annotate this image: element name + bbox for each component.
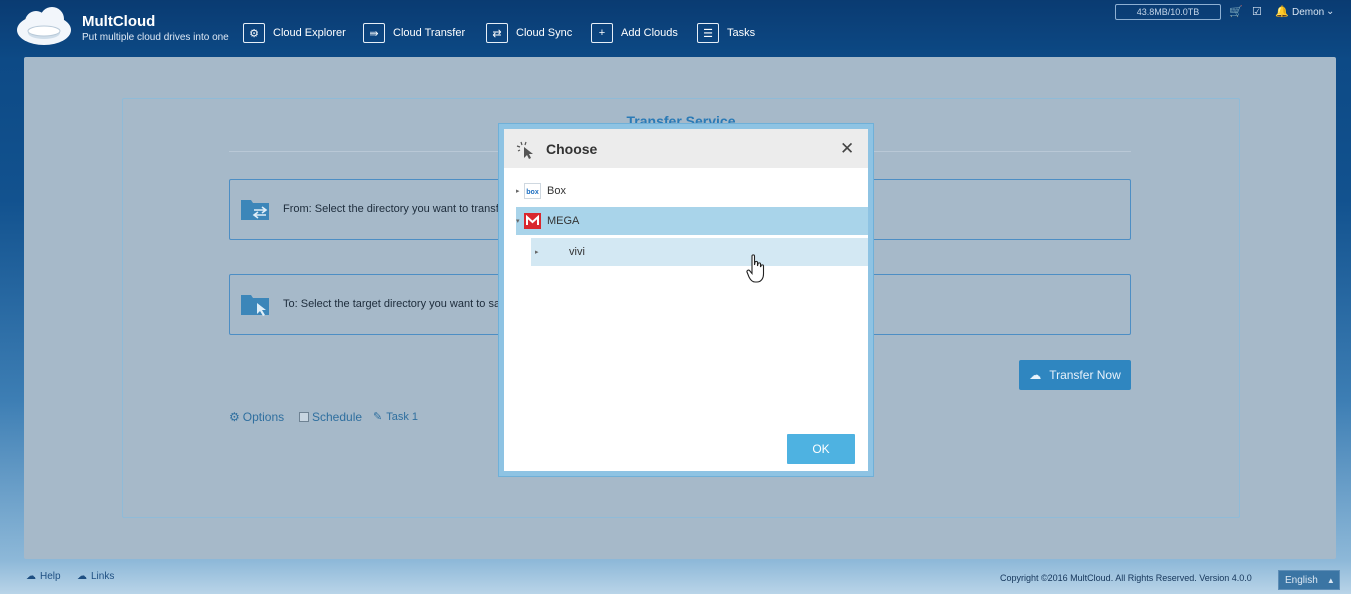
schedule-label: Schedule xyxy=(312,410,363,424)
link-icon: ☁ xyxy=(77,571,87,582)
transfer-now-button[interactable]: ☁ Transfer Now xyxy=(1019,360,1131,390)
user-menu[interactable]: Demon xyxy=(1292,7,1324,18)
links-link[interactable]: ☁ Links xyxy=(77,571,114,582)
dialog-title: Choose xyxy=(546,141,598,157)
chevron-down-icon[interactable]: ⌄ xyxy=(1326,6,1334,17)
multcloud-logo[interactable] xyxy=(14,6,78,46)
ok-button[interactable]: OK xyxy=(787,434,855,464)
logo-subtitle: Put multiple cloud drives into one xyxy=(82,32,229,43)
help-icon: ☁ xyxy=(26,571,36,582)
plus-icon: + xyxy=(591,23,613,43)
collapse-arrow-icon[interactable]: ▾ xyxy=(516,217,524,225)
to-directory-text: To: Select the target directory you want… xyxy=(283,298,506,310)
ok-label: OK xyxy=(812,442,830,456)
options-label: Options xyxy=(242,410,285,424)
nav-cloud-transfer[interactable]: ⇛ Cloud Transfer xyxy=(363,23,465,43)
caret-up-icon: ▲ xyxy=(1326,575,1335,585)
nav-cloud-explorer[interactable]: ⚙ Cloud Explorer xyxy=(243,23,346,43)
tree-item-box[interactable]: ▸ box Box xyxy=(516,177,868,205)
cart-icon[interactable]: 🛒 xyxy=(1229,5,1243,18)
from-directory-text: From: Select the directory you want to t… xyxy=(283,203,509,215)
links-label: Links xyxy=(91,571,115,582)
language-label: English xyxy=(1285,574,1318,586)
checklist-icon[interactable]: ☑ xyxy=(1252,5,1262,18)
cloud-icon: ☁ xyxy=(1029,368,1042,382)
tree-item-mega[interactable]: ▾ MEGA xyxy=(516,207,868,235)
folder-transfer-icon xyxy=(241,200,269,220)
nav-tasks[interactable]: ☰ Tasks xyxy=(697,23,755,43)
top-header: MultCloud Put multiple cloud drives into… xyxy=(0,0,1351,56)
dialog-body: Choose ✕ ▸ box Box ▾ MEGA ▸ vivi OK xyxy=(504,129,868,471)
hand-cursor-icon xyxy=(746,254,765,283)
transfer-now-label: Transfer Now xyxy=(1049,368,1121,382)
nav-add-clouds[interactable]: + Add Clouds xyxy=(591,23,678,43)
language-select[interactable]: English ▲ xyxy=(1278,570,1340,590)
pointer-click-icon xyxy=(516,141,533,159)
nav-label: Tasks xyxy=(727,27,756,39)
copyright-text: Copyright ©2016 MultCloud. All Rights Re… xyxy=(1000,573,1252,583)
tasks-icon: ☰ xyxy=(697,23,719,43)
nav-label: Add Clouds xyxy=(621,27,678,39)
task-name-edit[interactable]: ✎ Task 1 xyxy=(373,410,419,424)
tree-item-label: vivi xyxy=(569,246,585,258)
edit-icon: ✎ xyxy=(373,411,383,423)
task-name-label: Task 1 xyxy=(386,410,419,423)
options-button[interactable]: ⚙ Options xyxy=(229,410,284,424)
choose-dialog: Choose ✕ ▸ box Box ▾ MEGA ▸ vivi OK xyxy=(498,123,874,477)
help-label: Help xyxy=(40,571,61,582)
storage-usage: 43.8MB/10.0TB xyxy=(1115,4,1221,20)
tree-item-label: MEGA xyxy=(547,215,580,227)
gear-icon: ⚙ xyxy=(243,23,265,43)
nav-label: Cloud Explorer xyxy=(273,27,346,39)
gear-icon: ⚙ xyxy=(229,410,240,424)
close-icon[interactable]: ✕ xyxy=(840,140,854,157)
mega-icon xyxy=(524,213,541,229)
nav-label: Cloud Transfer xyxy=(393,27,466,39)
folder-target-icon xyxy=(241,295,269,316)
checkbox[interactable] xyxy=(299,412,309,422)
expand-arrow-icon[interactable]: ▸ xyxy=(535,248,543,256)
logo-title: MultCloud xyxy=(82,13,156,30)
nav-cloud-sync[interactable]: ⇄ Cloud Sync xyxy=(486,23,572,43)
help-link[interactable]: ☁ Help xyxy=(26,571,61,582)
svg-text:box: box xyxy=(526,189,539,196)
transfer-icon: ⇛ xyxy=(363,23,385,43)
bell-icon[interactable]: 🔔 xyxy=(1275,5,1289,18)
nav-label: Cloud Sync xyxy=(516,27,573,39)
box-icon: box xyxy=(524,183,541,199)
schedule-checkbox[interactable]: Schedule xyxy=(299,410,362,424)
tree-item-vivi[interactable]: ▸ vivi xyxy=(531,238,868,266)
sync-icon: ⇄ xyxy=(486,23,508,43)
expand-arrow-icon[interactable]: ▸ xyxy=(516,187,524,195)
dialog-header: Choose ✕ xyxy=(504,129,868,168)
tree-item-label: Box xyxy=(547,185,566,197)
